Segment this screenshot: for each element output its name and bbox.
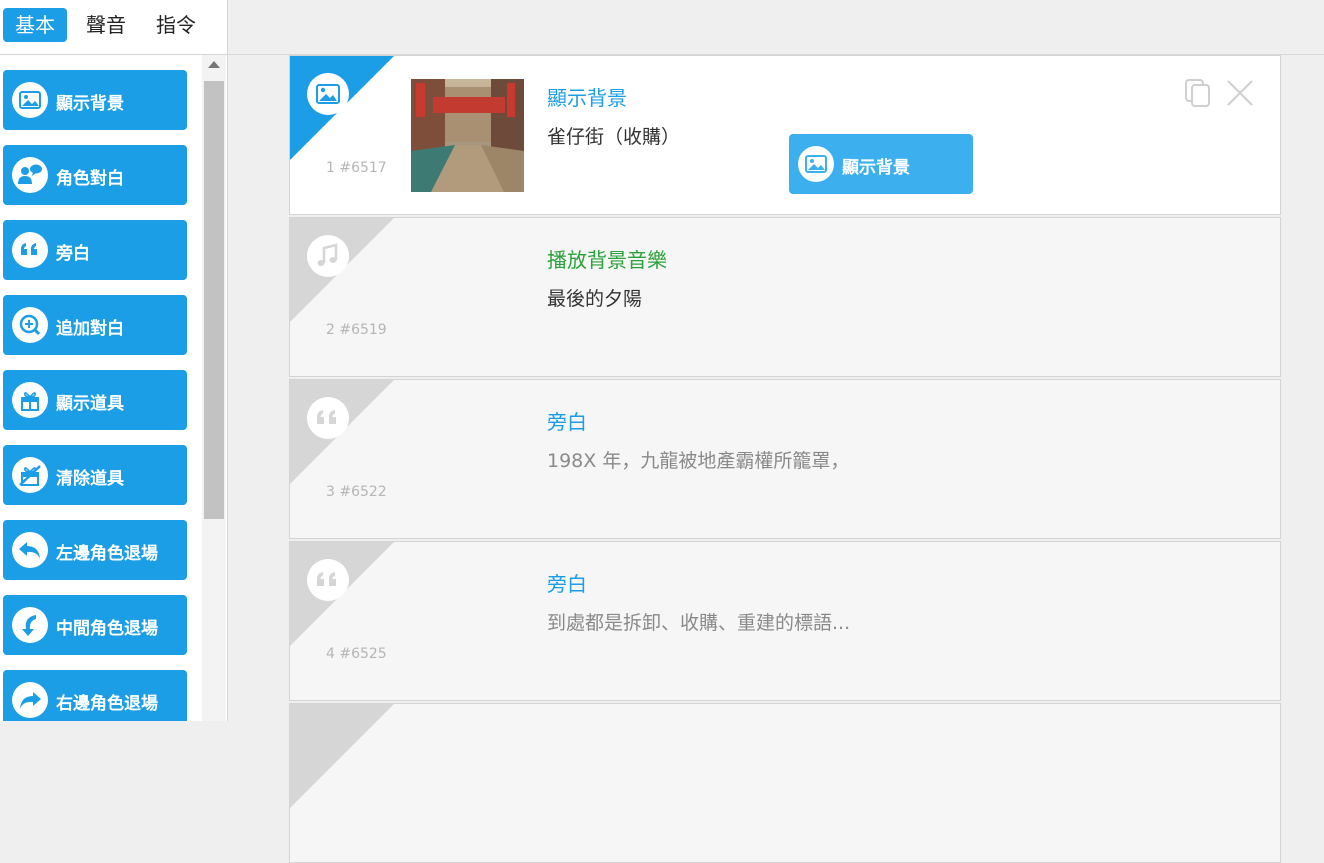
card-subtitle: 最後的夕陽 <box>547 288 643 310</box>
arrow-down-curve-icon <box>12 607 48 643</box>
command-dialogue-button[interactable]: 角色對白 <box>3 145 187 205</box>
command-label: 角色對白 <box>56 169 124 189</box>
command-narration-button[interactable]: 旁白 <box>3 220 187 280</box>
close-icon[interactable] <box>1225 78 1255 108</box>
tab-sound[interactable]: 聲音 <box>86 8 126 42</box>
command-append-dialogue-button[interactable]: 追加對白 <box>3 295 187 355</box>
card-index: 3 #6522 <box>326 484 387 500</box>
music-icon <box>307 235 349 277</box>
image-icon <box>12 82 48 118</box>
card-index: 1 #6517 <box>326 160 387 176</box>
command-label: 追加對白 <box>56 319 124 339</box>
command-panel: 基本 聲音 指令 顯示背景 角色對白 旁白 追加對白 顯示道具 清除道具 左邊角… <box>0 0 228 721</box>
background-thumbnail[interactable] <box>411 79 524 192</box>
action-label: 顯示背景 <box>842 158 910 178</box>
command-show-background-button[interactable]: 顯示背景 <box>3 70 187 130</box>
command-label: 旁白 <box>56 244 90 264</box>
command-label: 中間角色退場 <box>56 619 158 639</box>
command-list-scrollbar[interactable] <box>202 55 226 721</box>
image-icon <box>798 146 834 182</box>
tab-command[interactable]: 指令 <box>156 8 196 42</box>
arrow-back-left-icon <box>12 532 48 568</box>
card-subtitle: 198X 年，九龍被地產霸權所籠罩， <box>547 450 850 472</box>
user-chat-icon <box>12 157 48 193</box>
command-show-item-button[interactable]: 顯示道具 <box>3 370 187 430</box>
quote-icon <box>307 559 349 601</box>
card-title: 顯示背景 <box>547 86 627 110</box>
command-label: 顯示背景 <box>56 94 124 114</box>
gift-icon <box>12 382 48 418</box>
command-center-exit-button[interactable]: 中間角色退場 <box>3 595 187 655</box>
quote-icon <box>307 397 349 439</box>
command-list: 顯示背景 角色對白 旁白 追加對白 顯示道具 清除道具 左邊角色退場 中間角色退… <box>0 55 200 721</box>
script-card[interactable]: 2 #6519 播放背景音樂 最後的夕陽 <box>289 217 1281 377</box>
command-label: 顯示道具 <box>56 394 124 414</box>
add-chat-icon <box>12 307 48 343</box>
command-left-exit-button[interactable]: 左邊角色退場 <box>3 520 187 580</box>
command-right-exit-button[interactable]: 右邊角色退場 <box>3 670 187 721</box>
gift-off-icon <box>12 457 48 493</box>
card-corner-tab <box>290 704 394 808</box>
script-toolbar <box>228 0 1324 55</box>
card-subtitle: 雀仔街（收購） <box>547 126 681 148</box>
script-card-selected[interactable]: 1 #6517 顯示背景 雀仔街（收購） 顯示背景 <box>289 55 1281 215</box>
scroll-up-arrow-icon[interactable] <box>208 61 220 68</box>
category-tabs: 基本 聲音 指令 <box>0 0 227 55</box>
card-title: 旁白 <box>547 572 587 596</box>
card-index: 2 #6519 <box>326 322 387 338</box>
command-clear-item-button[interactable]: 清除道具 <box>3 445 187 505</box>
card-index: 4 #6525 <box>326 646 387 662</box>
quote-icon <box>12 232 48 268</box>
image-icon <box>307 73 349 115</box>
script-card[interactable]: 3 #6522 旁白 198X 年，九龍被地產霸權所籠罩， <box>289 379 1281 539</box>
command-label: 清除道具 <box>56 469 124 489</box>
card-title: 旁白 <box>547 410 587 434</box>
copy-icon[interactable] <box>1183 78 1213 108</box>
script-card[interactable]: 4 #6525 旁白 到處都是拆卸、收購、重建的標語... <box>289 541 1281 701</box>
card-subtitle: 到處都是拆卸、收購、重建的標語... <box>547 612 851 634</box>
command-label: 右邊角色退場 <box>56 694 158 714</box>
card-title: 播放背景音樂 <box>547 248 667 272</box>
command-label: 左邊角色退場 <box>56 544 158 564</box>
scroll-thumb[interactable] <box>204 81 224 519</box>
script-card[interactable] <box>289 703 1281 863</box>
show-background-action-button[interactable]: 顯示背景 <box>789 134 973 194</box>
arrow-forward-right-icon <box>12 682 48 718</box>
tab-basic[interactable]: 基本 <box>3 8 67 42</box>
